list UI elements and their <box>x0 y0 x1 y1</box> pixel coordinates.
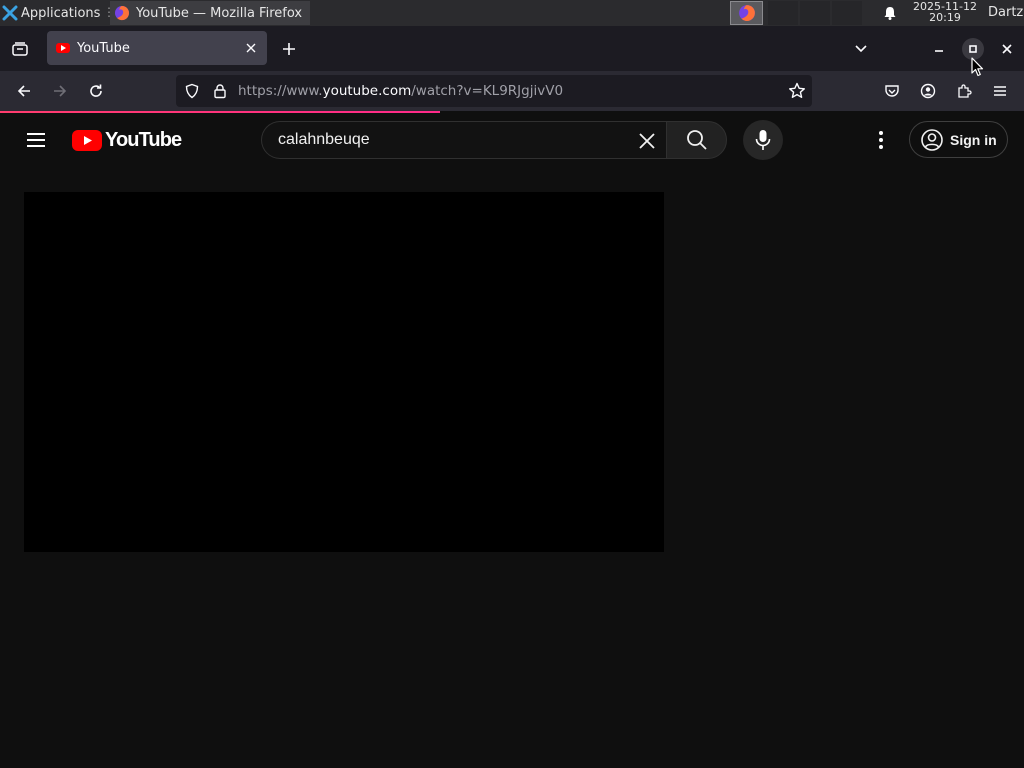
mouse-cursor <box>971 57 984 77</box>
window-close-button[interactable] <box>996 38 1018 60</box>
lock-icon[interactable] <box>212 83 228 99</box>
youtube-logo[interactable]: YouTube <box>72 129 182 152</box>
tab-title: YouTube <box>77 40 130 56</box>
tab-youtube[interactable]: YouTube <box>47 31 267 65</box>
firefox-icon <box>114 5 130 21</box>
desktop-taskbar: Applications ⋮ YouTube — Mozilla Firefox… <box>0 0 1024 26</box>
youtube-play-logo-icon <box>72 130 102 151</box>
firefox-view-button[interactable] <box>8 38 32 60</box>
applications-menu[interactable]: Applications <box>2 3 100 23</box>
new-tab-button[interactable] <box>280 40 298 58</box>
app-menu-button[interactable] <box>990 81 1010 101</box>
clock-time: 20:19 <box>929 11 961 24</box>
url-prefix: https://www. <box>238 83 323 99</box>
voice-search-button[interactable] <box>743 120 783 160</box>
taskbar-window-title: YouTube — Mozilla Firefox <box>136 5 303 21</box>
account-icon <box>920 83 936 99</box>
sign-in-button[interactable]: Sign in <box>909 121 1008 158</box>
youtube-logo-text: YouTube <box>105 129 182 151</box>
workspace-slot[interactable] <box>832 1 862 25</box>
star-icon[interactable] <box>788 82 806 100</box>
tray-firefox-button[interactable] <box>730 1 763 25</box>
forward-button[interactable] <box>50 81 70 101</box>
url-path: /watch?v=KL9RJgjivV0 <box>411 83 564 99</box>
shield-icon[interactable] <box>184 83 200 99</box>
youtube-page: YouTube Sign in <box>0 113 1024 768</box>
youtube-guide-button[interactable] <box>24 128 48 152</box>
back-button[interactable] <box>14 81 34 101</box>
close-icon[interactable] <box>243 40 259 56</box>
tab-list-icon <box>11 41 29 57</box>
applications-logo-icon <box>2 5 18 21</box>
list-all-tabs-button[interactable] <box>853 41 871 57</box>
forward-arrow-icon <box>52 83 68 99</box>
taskbar-user[interactable]: Dartz <box>988 5 1023 20</box>
youtube-favicon-icon <box>56 43 70 53</box>
extensions-button[interactable] <box>954 81 974 101</box>
more-vertical-icon <box>878 130 884 150</box>
hamburger-menu-icon <box>992 83 1008 99</box>
account-button[interactable] <box>918 81 938 101</box>
url-host: youtube.com <box>322 83 412 99</box>
account-circle-icon <box>920 128 944 152</box>
youtube-search-box[interactable] <box>261 121 666 159</box>
firefox-tray-icon <box>738 4 756 22</box>
browser-tab-strip: YouTube <box>0 26 1024 71</box>
hamburger-menu-icon <box>24 128 48 152</box>
settings-menu-button[interactable] <box>869 128 893 152</box>
workspace-slot[interactable] <box>800 1 830 25</box>
microphone-icon <box>753 129 773 151</box>
pocket-button[interactable] <box>882 81 902 101</box>
minimize-icon <box>934 44 944 54</box>
browser-nav-bar: https://www.youtube.com/watch?v=KL9RJgji… <box>0 71 1024 111</box>
bell-icon[interactable] <box>882 5 898 21</box>
search-icon <box>686 129 708 151</box>
youtube-search-input[interactable] <box>278 130 608 150</box>
window-minimize-button[interactable] <box>928 38 950 60</box>
video-player[interactable] <box>24 192 664 552</box>
url-text: https://www.youtube.com/watch?v=KL9RJgji… <box>238 83 563 99</box>
taskbar-window-firefox[interactable]: YouTube — Mozilla Firefox <box>110 1 310 25</box>
back-arrow-icon <box>16 83 32 99</box>
taskbar-clock[interactable]: 2025-11-12 20:19 <box>906 1 984 23</box>
pocket-icon <box>884 83 900 99</box>
workspace-slot[interactable] <box>768 1 798 25</box>
reload-icon <box>88 83 104 99</box>
plus-icon <box>282 42 296 56</box>
sign-in-label: Sign in <box>950 131 997 148</box>
close-icon <box>639 133 655 149</box>
applications-label: Applications <box>21 5 101 21</box>
maximize-icon <box>969 45 977 53</box>
chevron-down-icon <box>853 41 871 57</box>
clear-search-button[interactable] <box>637 131 657 151</box>
address-bar[interactable]: https://www.youtube.com/watch?v=KL9RJgji… <box>176 75 812 107</box>
extensions-icon <box>956 83 972 99</box>
youtube-search-button[interactable] <box>666 121 727 159</box>
reload-button[interactable] <box>86 81 106 101</box>
close-icon <box>1002 44 1012 54</box>
